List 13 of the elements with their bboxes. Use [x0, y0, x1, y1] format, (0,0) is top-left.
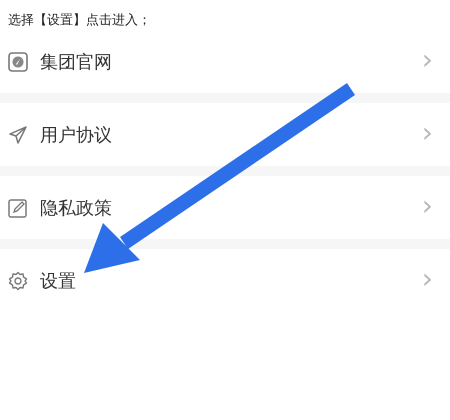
- menu-label: 设置: [40, 270, 77, 292]
- menu-label: 集团官网: [40, 50, 113, 74]
- menu-label: 隐私政策: [40, 196, 113, 220]
- chevron-icon: ›: [422, 264, 433, 292]
- chevron-icon: ›: [422, 118, 433, 146]
- menu-label: 用户协议: [40, 124, 113, 146]
- paper-plane-icon: [8, 124, 28, 144]
- instruction-text: 选择【设置】点击进入；: [7, 12, 152, 30]
- edit-icon: [8, 198, 28, 218]
- chevron-icon: ›: [422, 46, 433, 74]
- compass-icon: [8, 52, 28, 72]
- settings-icon: [8, 270, 28, 290]
- chevron-icon: ›: [422, 192, 433, 220]
